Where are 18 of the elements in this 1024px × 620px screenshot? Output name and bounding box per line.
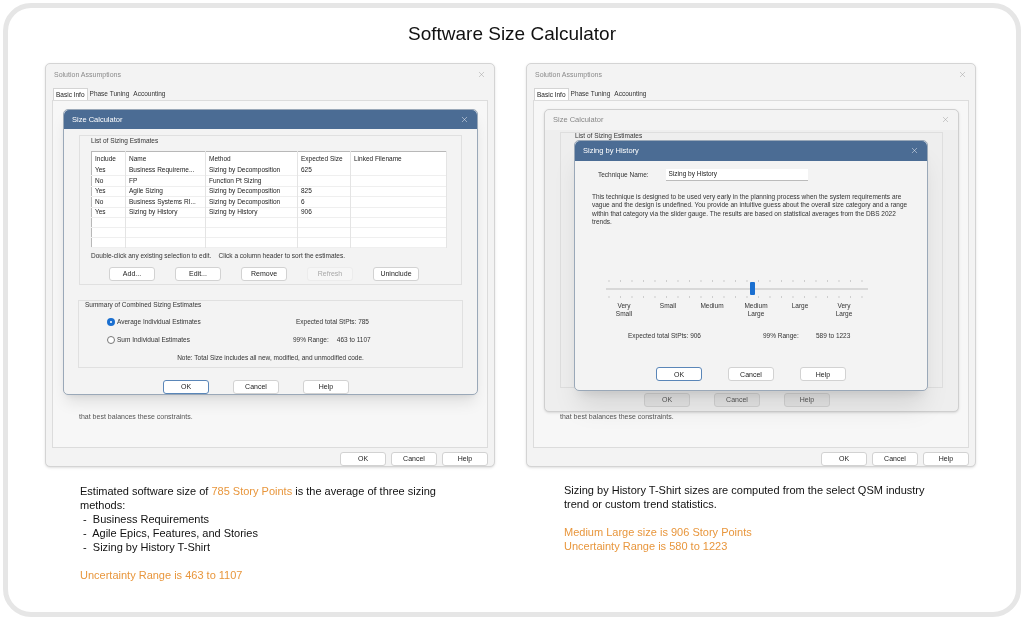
page-title: Software Size Calculator bbox=[407, 22, 616, 46]
close-icon[interactable] bbox=[477, 70, 486, 80]
list-item: - Agile Epics, Features, and Stories bbox=[82, 525, 259, 540]
list-item: - Sizing by History T-Shirt bbox=[82, 539, 211, 554]
close-icon[interactable] bbox=[910, 146, 919, 155]
caption-text: Sizing by History T-Shirt sizes are computed from the select QSM industry trend or custom trend statistics. bbox=[564, 482, 926, 511]
highlight-text: Uncertainty Range is 580 to 1223 bbox=[564, 538, 729, 553]
size-slider[interactable] bbox=[606, 278, 868, 299]
list-item: - Business Requirements bbox=[82, 511, 210, 526]
highlight-text: Medium Large size is 906 Story Points bbox=[564, 524, 753, 539]
radio-button[interactable] bbox=[107, 318, 115, 327]
highlight-text: Uncertainty Range is 463 to 1107 bbox=[80, 567, 244, 582]
close-icon[interactable] bbox=[958, 70, 967, 80]
caption-text: Estimated software size of 785 Story Points is the average of three sizing methods: bbox=[80, 483, 437, 512]
close-icon[interactable] bbox=[941, 115, 950, 124]
radio-button[interactable] bbox=[107, 335, 115, 344]
slider-thumb[interactable] bbox=[750, 281, 756, 295]
close-icon[interactable] bbox=[460, 114, 469, 124]
